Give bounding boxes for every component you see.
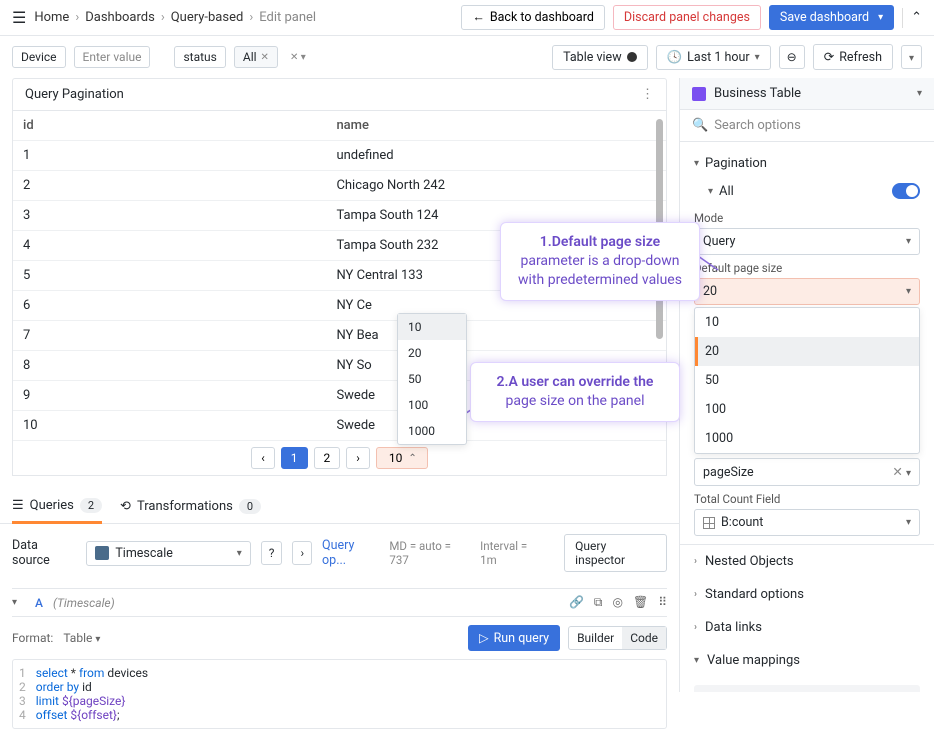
page-next[interactable]: › xyxy=(346,447,370,469)
business-table-icon xyxy=(692,87,706,101)
md-info: MD = auto = 737 xyxy=(389,539,470,567)
panel-menu-icon[interactable]: ⋮ xyxy=(641,87,654,102)
page-size-option[interactable]: 10 xyxy=(398,314,466,340)
tab-transformations[interactable]: ⟲ Transformations 0 xyxy=(120,499,261,522)
query-drag-icon[interactable]: ⠿ xyxy=(658,595,667,610)
query-collapse-icon[interactable]: ▾ xyxy=(12,597,17,608)
default-size-option[interactable]: 100 xyxy=(695,395,919,424)
query-inspector-button[interactable]: Query inspector xyxy=(564,534,667,572)
query-options-link[interactable]: Query op... xyxy=(322,538,379,568)
search-options-input[interactable]: Search options xyxy=(714,118,801,133)
section-value-mappings[interactable]: ▾Value mappings xyxy=(680,644,934,677)
default-page-size-dropdown: 1020501001000 xyxy=(694,307,920,454)
breadcrumb: Home › Dashboards › Query-based › Edit p… xyxy=(34,10,453,25)
status-label: status xyxy=(174,46,225,68)
total-count-label: Total Count Field xyxy=(694,492,920,506)
page-size-variable-row[interactable]: pageSize ✕ ▾ xyxy=(694,458,920,486)
page-size-option[interactable]: 20 xyxy=(398,340,466,366)
all-toggle[interactable] xyxy=(892,183,920,199)
default-size-option[interactable]: 1000 xyxy=(695,424,919,453)
query-letter[interactable]: A xyxy=(35,596,43,610)
viz-picker[interactable]: Business Table xyxy=(714,86,909,101)
default-size-option[interactable]: 50 xyxy=(695,366,919,395)
query-toggle-icon[interactable]: ◎ xyxy=(612,595,622,610)
breadcrumb-edit: Edit panel xyxy=(259,10,316,25)
status-all-chip[interactable]: All✕ xyxy=(234,46,278,68)
status-clear-icon[interactable]: ✕ ▾ xyxy=(290,52,306,63)
page-size-selector[interactable]: 10⌃ xyxy=(376,447,428,469)
transformations-icon: ⟲ xyxy=(120,499,131,514)
page-size-option[interactable]: 50 xyxy=(398,366,466,392)
add-value-mappings-button[interactable]: Add value mappings xyxy=(694,685,920,692)
hamburger-icon[interactable]: ☰ xyxy=(12,8,26,27)
device-input[interactable]: Enter value xyxy=(74,46,151,68)
all-collapse-icon[interactable]: ▾ xyxy=(708,186,713,197)
breadcrumb-dashboards[interactable]: Dashboards xyxy=(85,10,155,25)
callout-2: 2.A user can override the page size on t… xyxy=(470,362,680,422)
page-2[interactable]: 2 xyxy=(314,447,341,469)
all-label: All xyxy=(719,184,734,199)
default-size-option[interactable]: 20 xyxy=(695,337,919,366)
queries-icon: ☰ xyxy=(12,498,24,513)
query-ds-name: (Timescale) xyxy=(53,596,115,610)
page-size-dropdown: 1020501001000 xyxy=(397,313,467,445)
col-id[interactable]: id xyxy=(13,111,326,141)
breadcrumb-querybased[interactable]: Query-based xyxy=(171,10,244,25)
viz-picker-chevron-icon[interactable]: ▾ xyxy=(917,88,922,99)
field-icon xyxy=(703,517,715,529)
breadcrumb-home[interactable]: Home xyxy=(34,10,69,25)
time-range-picker[interactable]: 🕓Last 1 hour▾ xyxy=(656,45,771,70)
table-view-toggle[interactable]: Table view xyxy=(552,45,647,70)
mode-select[interactable]: Query▾ xyxy=(694,228,920,255)
page-size-option[interactable]: 100 xyxy=(398,392,466,418)
interval-info: Interval = 1m xyxy=(480,539,544,567)
datasource-label: Data source xyxy=(12,538,76,568)
page-prev[interactable]: ‹ xyxy=(251,447,275,469)
default-page-size-select[interactable]: 20▾ xyxy=(694,278,920,305)
section-data-links[interactable]: ›Data links xyxy=(680,611,934,644)
page-1[interactable]: 1 xyxy=(281,447,308,469)
table-row: 1undefined xyxy=(13,141,666,171)
format-select[interactable]: Table ▾ xyxy=(63,631,100,645)
refresh-button[interactable]: ⟳Refresh xyxy=(813,44,893,70)
datasource-select[interactable]: Timescale ▾ xyxy=(86,541,250,566)
page-size-option[interactable]: 1000 xyxy=(398,418,466,444)
total-count-select[interactable]: B:count ▾ xyxy=(694,509,920,536)
default-page-size-label: Default page size xyxy=(694,261,920,275)
code-tab[interactable]: Code xyxy=(622,627,666,649)
section-nested-objects[interactable]: ›Nested Objects xyxy=(680,545,934,578)
table-row: 7NY Bea xyxy=(13,321,666,351)
zoom-out-icon[interactable]: ⊖ xyxy=(779,45,805,69)
refresh-interval-dropdown[interactable]: ▾ xyxy=(901,45,922,69)
sql-editor[interactable]: 1234 select * from devices order by id l… xyxy=(12,659,667,729)
timescale-logo-icon xyxy=(95,546,109,560)
section-pagination[interactable]: ▾Pagination xyxy=(694,150,920,177)
device-label: Device xyxy=(12,46,66,68)
chevron-up-icon[interactable]: ⌃ xyxy=(911,10,922,25)
mode-label: Mode xyxy=(694,211,920,225)
callout-1: 1.Default page size parameter is a drop-… xyxy=(500,222,700,301)
query-duplicate-icon[interactable]: ⧉ xyxy=(594,595,603,610)
expand-icon[interactable]: › xyxy=(292,541,312,565)
default-size-option[interactable]: 10 xyxy=(695,308,919,337)
query-link-icon[interactable]: 🔗 xyxy=(569,595,584,610)
tab-queries[interactable]: ☰ Queries 2 xyxy=(12,498,102,524)
discard-button[interactable]: Discard panel changes xyxy=(613,5,761,30)
datasource-help-icon[interactable]: ? xyxy=(261,541,283,565)
search-icon: 🔍 xyxy=(692,118,708,133)
section-standard-options[interactable]: ›Standard options xyxy=(680,578,934,611)
col-name[interactable]: name xyxy=(326,111,666,141)
run-query-button[interactable]: ▷Run query xyxy=(468,625,560,651)
back-button[interactable]: ←Back to dashboard xyxy=(461,5,605,30)
save-button[interactable]: Save dashboard▾ xyxy=(769,5,894,30)
format-label: Format: xyxy=(12,631,53,645)
query-delete-icon[interactable]: 🗑 xyxy=(633,595,648,610)
builder-tab[interactable]: Builder xyxy=(569,627,622,649)
panel-title: Query Pagination xyxy=(25,87,124,102)
table-row: 2Chicago North 242 xyxy=(13,171,666,201)
